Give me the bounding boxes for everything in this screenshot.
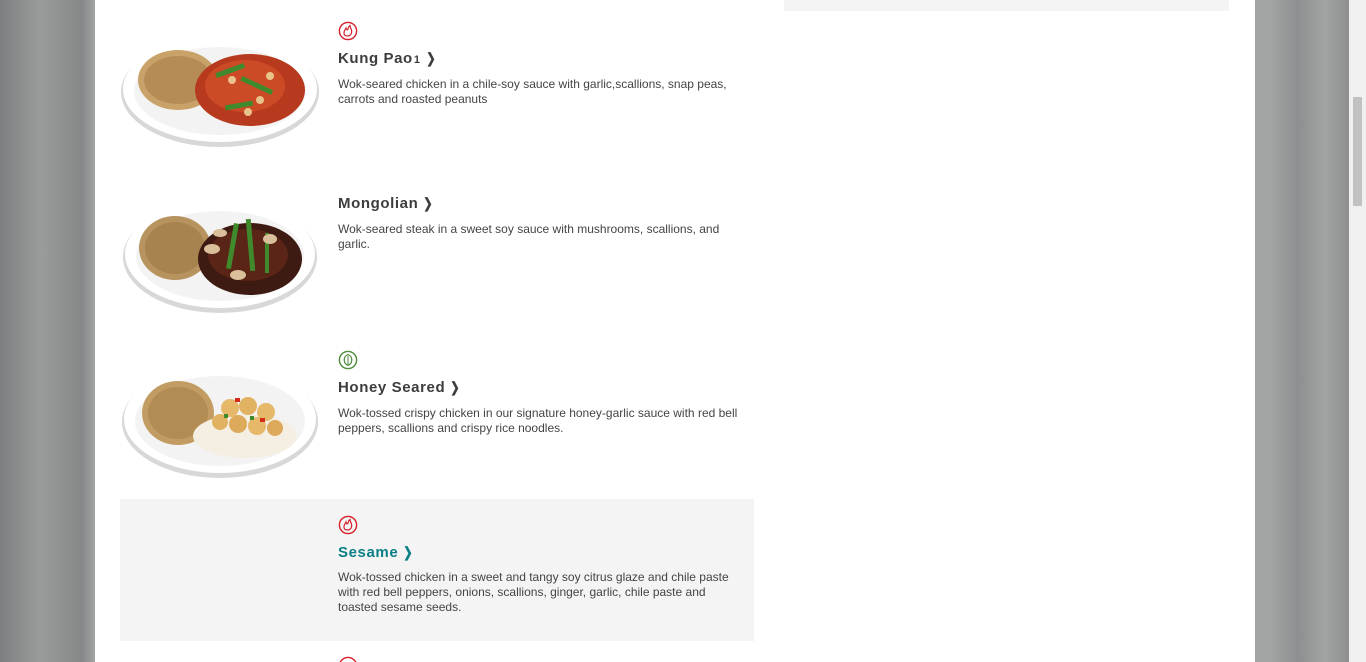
menu-item[interactable]: Mongolian ❯ Wok-seared steak in a sweet s…	[120, 165, 754, 330]
menu-item-description: Wok-tossed chicken in a sweet and tangy …	[338, 570, 729, 614]
dish-image-mongolian[interactable]	[120, 193, 320, 317]
dish-image-kung-pao[interactable]	[120, 28, 320, 152]
spicy-icon	[338, 515, 358, 535]
chevron-right-icon: ❯	[425, 50, 436, 66]
menu-item[interactable]: Kung Pao1 ❯ Wok-seared chicken in a chile…	[120, 0, 754, 165]
chevron-right-icon: ❯	[423, 195, 434, 211]
menu-item-title[interactable]: Honey Seared ❯	[338, 379, 462, 396]
menu-item-title[interactable]: Sesame ❯	[338, 544, 415, 561]
menu-page: Kung Pao1 ❯ Wok-seared chicken in a chile…	[95, 0, 1255, 662]
scrollbar-thumb[interactable]	[1353, 97, 1362, 206]
menu-item[interactable]	[120, 641, 754, 662]
menu-item-description: Wok-tossed crispy chicken in our signatu…	[338, 406, 738, 435]
vertical-scrollbar[interactable]	[1349, 0, 1366, 662]
menu-item[interactable]: Honey Seared ❯ Wok-tossed crispy chicken …	[120, 330, 754, 499]
spicy-icon	[338, 21, 358, 41]
spicy-icon	[339, 656, 357, 662]
dish-image-honey-seared[interactable]	[120, 358, 320, 482]
menu-item[interactable]: Sesame ❯ Wok-tossed chicken in a sweet an…	[120, 499, 754, 641]
chevron-right-icon: ❯	[450, 379, 461, 395]
menu-item-description: Wok-seared steak in a sweet soy sauce wi…	[338, 222, 720, 251]
chevron-right-icon: ❯	[403, 544, 414, 560]
menu-item-title[interactable]: Kung Pao1 ❯	[338, 50, 437, 67]
sidebar-panel	[784, 0, 1229, 11]
leaf-icon	[338, 350, 358, 370]
menu-item-title[interactable]: Mongolian ❯	[338, 195, 435, 212]
menu-item-description: Wok-seared chicken in a chile-soy sauce …	[338, 77, 727, 106]
